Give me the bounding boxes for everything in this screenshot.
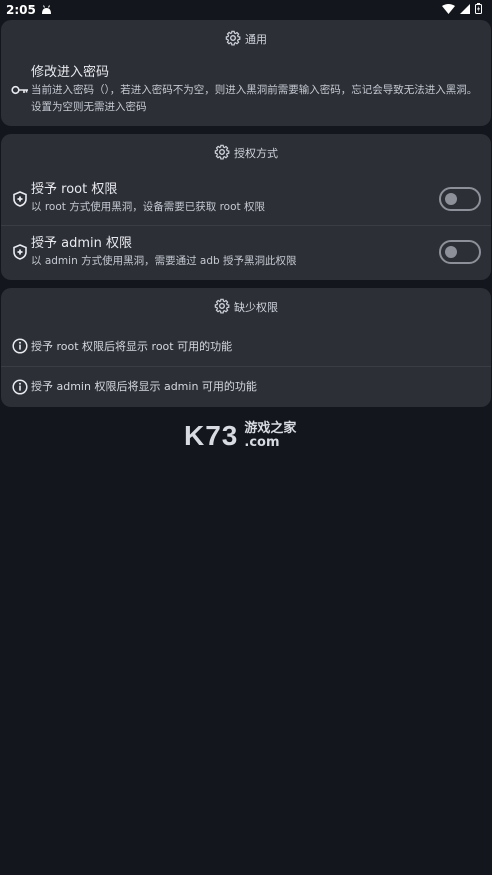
key-icon <box>11 81 29 99</box>
toggle-knob <box>445 192 457 205</box>
grant-admin-desc: 以 admin 方式使用黑洞，需要通过 adb 授予黑洞此权限 <box>31 254 297 267</box>
k73-watermark: K73 游戏之家 .com <box>184 420 296 452</box>
battery-icon <box>475 3 482 17</box>
wifi-icon <box>442 3 455 17</box>
signal-icon <box>460 3 470 17</box>
gear-icon <box>214 298 230 317</box>
watermark-cn: 游戏之家 <box>244 421 297 436</box>
watermark-logo: K73 <box>184 420 239 451</box>
info-icon <box>11 378 29 396</box>
shield-plus-icon <box>11 190 29 208</box>
general-header-label: 通用 <box>245 33 267 46</box>
toggle-knob <box>445 246 457 258</box>
status-time: 2:05 <box>6 3 36 17</box>
missing-header-label: 缺少权限 <box>234 301 278 314</box>
grant-admin-title: 授予 admin 权限 <box>31 235 132 251</box>
admin-info-text: 授予 admin 权限后将显示 admin 可用的功能 <box>31 380 257 393</box>
grant-root-row[interactable]: 授予 root 权限 以 root 方式使用黑洞，设备需要已获取 root 权限 <box>1 172 491 225</box>
auth-header-label: 授权方式 <box>234 147 278 160</box>
gear-icon <box>214 144 230 163</box>
android-icon <box>41 3 52 17</box>
auth-card: 授权方式 授予 root 权限 以 root 方式使用黑洞，设备需要已获取 ro… <box>1 134 491 280</box>
watermark-com: .com <box>244 435 280 450</box>
general-header: 通用 <box>1 20 491 58</box>
change-password-row[interactable]: 修改进入密码 当前进入密码（），若进入密码不为空，则进入黑洞前需要输入密码，忘记… <box>1 58 491 116</box>
shield-plus-icon <box>11 243 29 261</box>
missing-card: 缺少权限 授予 root 权限后将显示 root 可用的功能 授予 admin … <box>1 288 491 407</box>
auth-header: 授权方式 <box>1 134 491 172</box>
change-password-desc: 当前进入密码（），若进入密码不为空，则进入黑洞前需要输入密码，忘记会导致无法进入… <box>31 84 478 113</box>
missing-header: 缺少权限 <box>1 288 491 326</box>
status-bar: 2:05 <box>0 0 492 20</box>
grant-root-desc: 以 root 方式使用黑洞，设备需要已获取 root 权限 <box>31 201 265 213</box>
grant-root-toggle[interactable] <box>439 186 481 211</box>
gear-icon <box>225 30 241 49</box>
root-info-text: 授予 root 权限后将显示 root 可用的功能 <box>31 339 233 353</box>
general-card: 通用 修改进入密码 当前进入密码（），若进入密码不为空，则进入黑洞前需要输入密码… <box>1 20 491 126</box>
grant-admin-row[interactable]: 授予 admin 权限 以 admin 方式使用黑洞，需要通过 adb 授予黑洞… <box>1 225 491 278</box>
grant-root-title: 授予 root 权限 <box>31 182 118 197</box>
change-password-title: 修改进入密码 <box>31 65 110 80</box>
admin-info-row: 授予 admin 权限后将显示 admin 可用的功能 <box>1 366 491 406</box>
root-info-row: 授予 root 权限后将显示 root 可用的功能 <box>1 326 491 366</box>
info-icon <box>11 337 29 355</box>
grant-admin-toggle[interactable] <box>439 240 481 264</box>
